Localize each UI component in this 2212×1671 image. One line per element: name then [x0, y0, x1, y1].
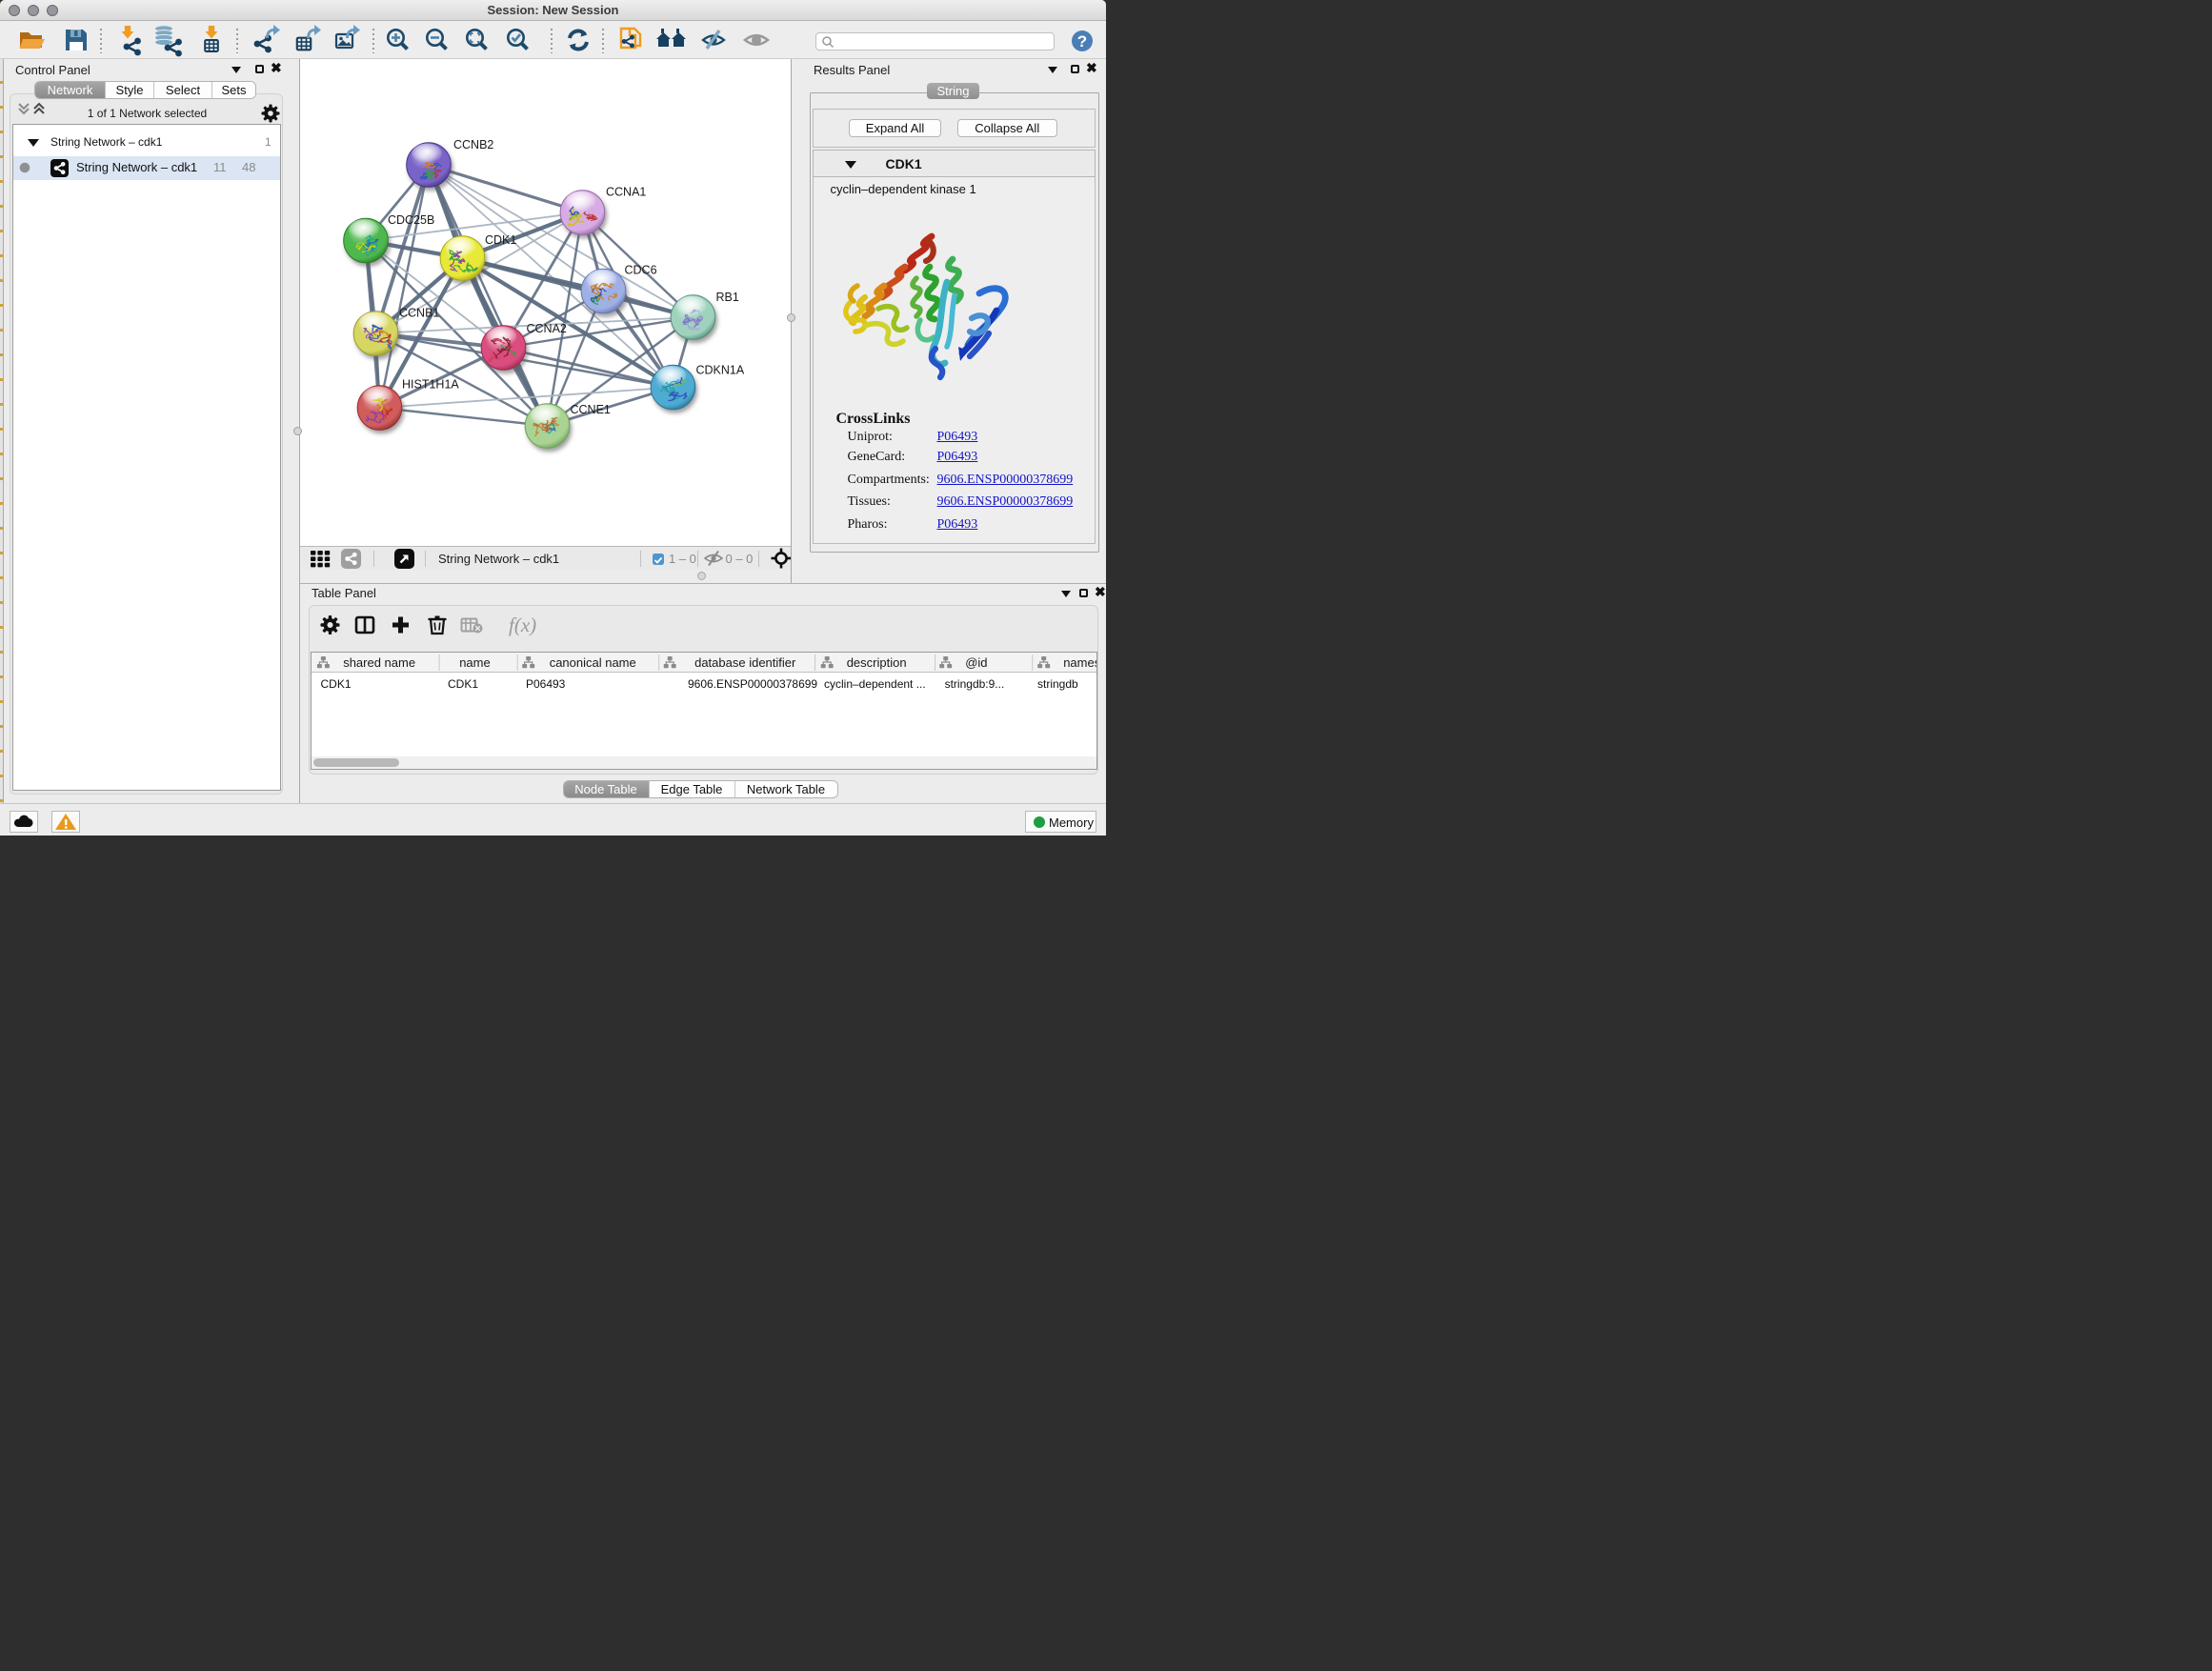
svg-text:CDK1: CDK1: [485, 233, 516, 247]
svg-text:canonical name: canonical name: [549, 655, 635, 670]
svg-text:CDC6: CDC6: [625, 264, 657, 277]
svg-text:name: name: [459, 655, 491, 670]
svg-text:f(x): f(x): [509, 614, 536, 636]
svg-text:CCNB2: CCNB2: [453, 138, 493, 151]
svg-text:CCNE1: CCNE1: [571, 403, 611, 416]
svg-text:CCNA1: CCNA1: [606, 186, 646, 199]
svg-text:namespace: namespace: [1063, 655, 1096, 670]
svg-text:description: description: [846, 655, 906, 670]
svg-text:database identifier: database identifier: [694, 655, 796, 670]
svg-text:CCNB1: CCNB1: [399, 307, 439, 320]
svg-text:RB1: RB1: [716, 291, 739, 304]
svg-text:shared name: shared name: [343, 655, 415, 670]
svg-text:CCNA2: CCNA2: [527, 322, 567, 335]
svg-text:@id: @id: [965, 655, 987, 670]
svg-text:?: ?: [1077, 32, 1087, 50]
svg-text:CDC25B: CDC25B: [388, 213, 434, 227]
svg-text:HIST1H1A: HIST1H1A: [402, 378, 459, 392]
svg-text:CDKN1A: CDKN1A: [696, 364, 745, 377]
